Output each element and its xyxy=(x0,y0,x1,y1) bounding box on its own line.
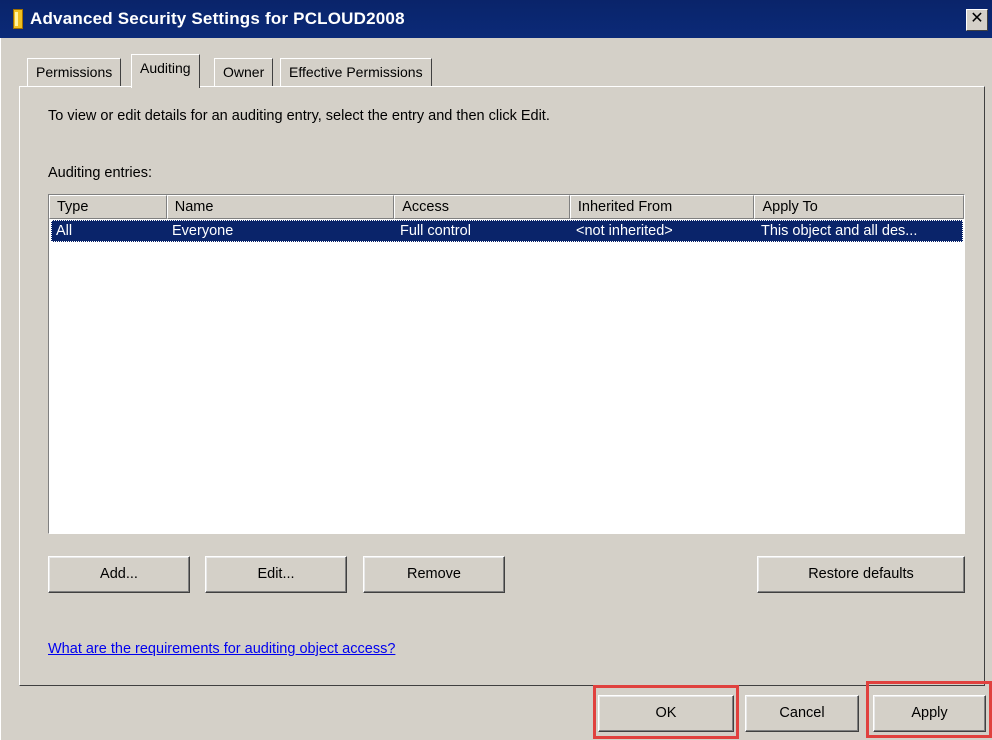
table-row[interactable]: All Everyone Full control <not inherited… xyxy=(51,220,963,242)
close-button[interactable]: ✕ xyxy=(966,9,988,31)
cell-access: Full control xyxy=(400,223,471,239)
cell-type: All xyxy=(56,223,73,239)
apply-highlight-box xyxy=(866,681,992,738)
cell-apply-to: This object and all des... xyxy=(761,223,918,239)
restore-defaults-button[interactable]: Restore defaults xyxy=(757,556,965,593)
remove-button[interactable]: Remove xyxy=(363,556,505,593)
auditing-entries-list[interactable]: Type Name Access Inherited From Apply To… xyxy=(48,194,965,534)
cancel-button[interactable]: Cancel xyxy=(745,695,859,732)
ok-highlight-box xyxy=(593,685,739,739)
column-header-name[interactable]: Name xyxy=(166,195,395,219)
help-link-auditing-requirements[interactable]: What are the requirements for auditing o… xyxy=(48,641,395,657)
window-title: Advanced Security Settings for PCLOUD200… xyxy=(30,9,405,28)
column-header-inherited-from[interactable]: Inherited From xyxy=(569,195,755,219)
title-bar: Advanced Security Settings for PCLOUD200… xyxy=(0,0,992,38)
instructions-text: To view or edit details for an auditing … xyxy=(48,108,550,124)
tab-owner[interactable]: Owner xyxy=(214,58,274,88)
auditing-entries-label: Auditing entries: xyxy=(48,165,152,181)
list-header: Type Name Access Inherited From Apply To xyxy=(49,195,964,219)
tab-effective-permissions[interactable]: Effective Permissions xyxy=(280,58,432,88)
folder-icon xyxy=(13,9,23,29)
add-button[interactable]: Add... xyxy=(48,556,190,593)
column-header-access[interactable]: Access xyxy=(394,195,570,219)
edit-button[interactable]: Edit... xyxy=(205,556,347,593)
column-header-apply-to[interactable]: Apply To xyxy=(754,195,964,219)
cell-inherited-from: <not inherited> xyxy=(576,223,673,239)
cell-name: Everyone xyxy=(172,223,234,239)
column-header-type[interactable]: Type xyxy=(49,195,167,219)
tab-auditing[interactable]: Auditing xyxy=(131,54,200,88)
tab-permissions[interactable]: Permissions xyxy=(27,58,122,88)
